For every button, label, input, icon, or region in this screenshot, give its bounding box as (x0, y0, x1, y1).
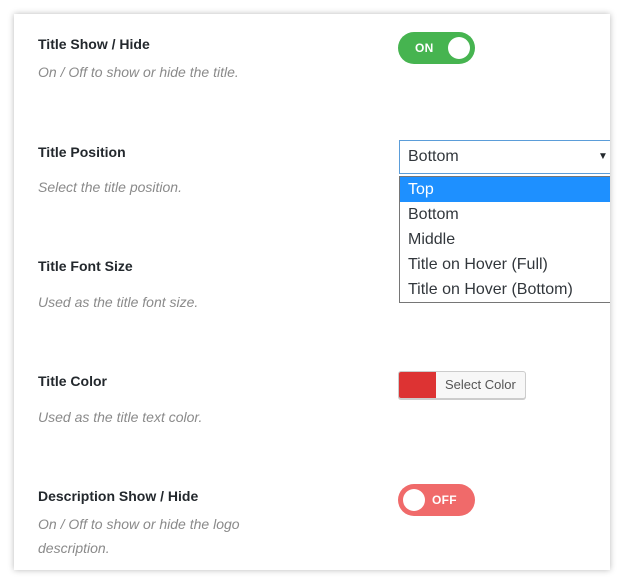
description-show-toggle-text: OFF (432, 493, 457, 507)
title-position-label: Title Position (38, 144, 126, 160)
title-font-size-label: Title Font Size (38, 258, 133, 274)
option-bottom[interactable]: Bottom (400, 202, 610, 227)
description-show-description-line1: On / Off to show or hide the logo (38, 516, 240, 532)
option-middle[interactable]: Middle (400, 227, 610, 252)
toggle-knob (448, 37, 470, 59)
chevron-down-icon: ▼ (598, 151, 608, 162)
title-position-dropdown: Top Bottom Middle Title on Hover (Full) … (399, 176, 610, 303)
description-show-label: Description Show / Hide (38, 488, 199, 504)
title-position-selected-value: Bottom (408, 148, 459, 165)
title-position-description: Select the title position. (38, 179, 182, 195)
title-font-size-description: Used as the title font size. (38, 294, 199, 310)
title-show-label: Title Show / Hide (38, 36, 150, 52)
title-show-toggle[interactable]: ON (398, 32, 475, 64)
select-color-button[interactable]: Select Color (398, 371, 526, 399)
toggle-knob (403, 489, 425, 511)
settings-panel: Title Show / Hide On / Off to show or hi… (14, 14, 610, 570)
option-title-on-hover-full[interactable]: Title on Hover (Full) (400, 252, 610, 277)
description-show-description-line2: description. (38, 540, 110, 556)
option-title-on-hover-bottom[interactable]: Title on Hover (Bottom) (400, 277, 610, 302)
title-color-description: Used as the title text color. (38, 409, 203, 425)
title-color-label: Title Color (38, 373, 107, 389)
select-color-label: Select Color (445, 377, 516, 392)
color-swatch (399, 372, 436, 398)
option-top[interactable]: Top (400, 177, 610, 202)
title-show-toggle-text: ON (415, 41, 434, 55)
description-show-toggle[interactable]: OFF (398, 484, 475, 516)
title-show-description: On / Off to show or hide the title. (38, 64, 239, 80)
title-position-select[interactable]: Bottom ▼ (399, 140, 610, 174)
